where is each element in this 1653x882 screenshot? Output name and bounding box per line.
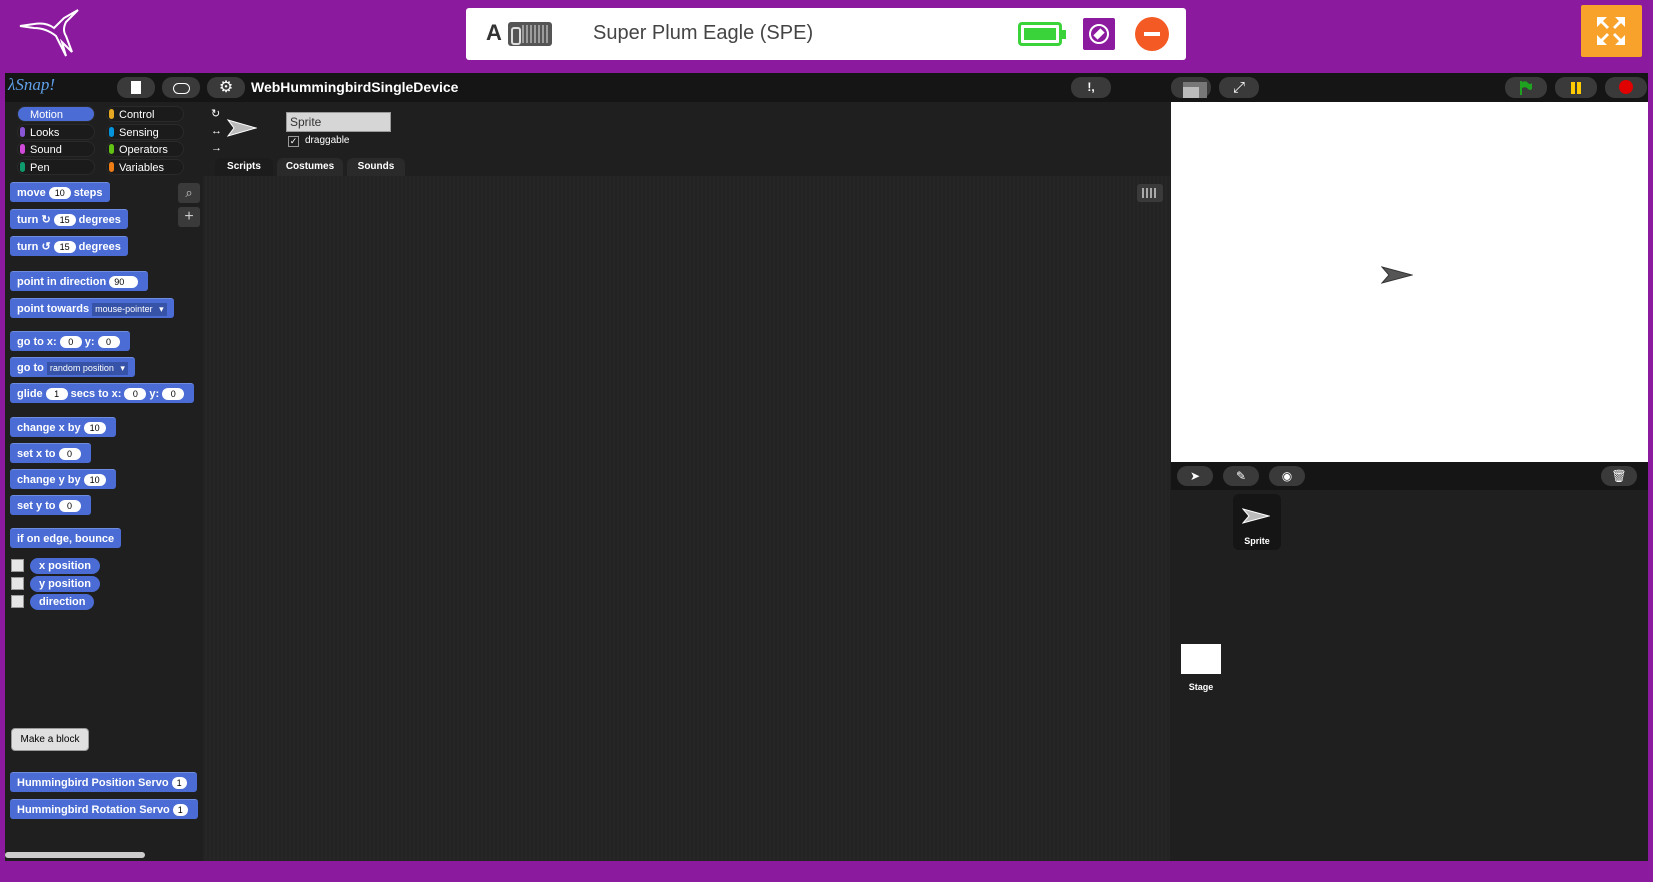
sprite-tile-label: Sprite bbox=[1244, 536, 1270, 546]
snap-logo[interactable]: λSnap! bbox=[8, 75, 55, 95]
cloud-menu-button[interactable] bbox=[162, 77, 200, 98]
y-position-checkbox[interactable] bbox=[11, 577, 24, 590]
draggable-checkbox[interactable]: ✓ bbox=[288, 136, 299, 147]
block-glide[interactable]: glide 1 secs to x: 0 y: 0 bbox=[10, 383, 195, 403]
rotation-style-icons[interactable]: ↻ ↔ → bbox=[211, 106, 222, 157]
block-if-on-edge-bounce[interactable]: if on edge, bounce bbox=[10, 528, 122, 548]
block-move[interactable]: move 10 steps bbox=[10, 182, 110, 202]
block-change-y[interactable]: change y by 10 bbox=[10, 469, 116, 489]
category-motion[interactable]: Motion bbox=[17, 106, 95, 122]
category-sensing[interactable]: Sensing bbox=[106, 124, 184, 140]
category-sound[interactable]: Sound bbox=[17, 141, 95, 157]
expand-arrows-icon bbox=[1597, 17, 1625, 45]
stage-tile-label: Stage bbox=[1188, 682, 1214, 692]
rotate-cw-icon: ↻ bbox=[41, 214, 51, 226]
disconnect-button[interactable] bbox=[1135, 17, 1169, 51]
hummingbird-board-icon bbox=[508, 22, 552, 46]
camera-icon[interactable]: ◉ bbox=[1269, 466, 1305, 486]
category-variables[interactable]: Variables bbox=[106, 159, 184, 175]
project-title: WebHummingbirdSingleDevice bbox=[251, 79, 459, 95]
stop-icon[interactable] bbox=[1605, 77, 1647, 98]
tab-scripts[interactable]: Scripts bbox=[215, 158, 273, 176]
block-go-to-xy[interactable]: go to x: 0 y: 0 bbox=[10, 331, 130, 351]
device-name: Super Plum Eagle (SPE) bbox=[593, 22, 814, 44]
reporter-x-position[interactable]: x position bbox=[30, 558, 100, 574]
compass-icon bbox=[1089, 24, 1109, 44]
stage-tile[interactable] bbox=[1181, 644, 1221, 674]
x-position-checkbox[interactable] bbox=[11, 559, 24, 572]
hummingbird-logo-icon bbox=[16, 6, 84, 62]
block-go-to[interactable]: go to random position bbox=[10, 357, 135, 377]
add-block-icon[interactable]: + bbox=[178, 207, 200, 227]
tab-costumes[interactable]: Costumes bbox=[277, 158, 343, 176]
settings-gear-icon[interactable]: ⚙ bbox=[207, 77, 245, 98]
reporter-direction[interactable]: direction bbox=[30, 594, 95, 610]
add-turtle-sprite-button[interactable]: ➤ bbox=[1177, 466, 1213, 486]
reporter-y-position[interactable]: y position bbox=[30, 576, 100, 592]
block-point-towards[interactable]: point towards mouse-pointer bbox=[10, 298, 174, 318]
direction-checkbox[interactable] bbox=[11, 595, 24, 608]
sprite-thumbnail-icon bbox=[227, 119, 257, 137]
sprite-tile[interactable]: Sprite bbox=[1233, 494, 1281, 550]
presentation-mode-button[interactable]: ⤢ bbox=[1219, 77, 1259, 98]
block-palette: ⌕ + move 10 steps turn ↻ 15 degrees turn ↺ 15… bbox=[5, 176, 203, 861]
sprite-name-field[interactable]: Sprite bbox=[286, 112, 391, 132]
pause-icon[interactable] bbox=[1555, 77, 1597, 98]
sprite-header: ↻ ↔ → Sprite ✓ draggable Scripts Costumes … bbox=[203, 102, 1170, 176]
corral-bar: ➤ ✎ ◉ 🗑 bbox=[1171, 462, 1648, 490]
battery-icon bbox=[1018, 22, 1066, 46]
tab-sounds[interactable]: Sounds bbox=[347, 158, 405, 176]
snap-toolbar: λSnap! ⚙ WebHummingbirdSingleDevice !, ⤢ bbox=[5, 73, 1648, 102]
block-change-x[interactable]: change x by 10 bbox=[10, 417, 116, 437]
block-hummingbird-position-servo[interactable]: Hummingbird Position Servo 1 bbox=[10, 772, 197, 792]
rotate-ccw-icon: ↺ bbox=[41, 241, 51, 253]
sprite-arrow-icon bbox=[1381, 266, 1413, 284]
category-looks[interactable]: Looks bbox=[17, 124, 95, 140]
category-selector: Motion Control Looks Sensing Sound Opera… bbox=[5, 102, 203, 176]
device-bar: A Super Plum Eagle (SPE) bbox=[466, 8, 1186, 60]
block-hummingbird-rotation-servo[interactable]: Hummingbird Rotation Servo 1 bbox=[10, 799, 198, 819]
trash-icon[interactable]: 🗑 bbox=[1601, 466, 1637, 486]
sprite-arrow-icon bbox=[1242, 508, 1270, 524]
category-pen[interactable]: Pen bbox=[17, 159, 95, 175]
sprite-corral: Sprite Stage bbox=[1171, 490, 1648, 861]
unused-blocks-button[interactable]: !, bbox=[1071, 77, 1111, 98]
green-flag-icon[interactable] bbox=[1505, 77, 1547, 98]
paint-brush-icon[interactable]: ✎ bbox=[1223, 466, 1259, 486]
calibrate-compass-button[interactable] bbox=[1083, 18, 1115, 50]
category-control[interactable]: Control bbox=[106, 106, 184, 122]
keyboard-icon[interactable] bbox=[1137, 184, 1163, 202]
draggable-label: draggable bbox=[305, 135, 350, 146]
block-point-in-direction[interactable]: point in direction 90 bbox=[10, 271, 149, 291]
search-icon[interactable]: ⌕ bbox=[178, 183, 200, 203]
block-set-x[interactable]: set x to 0 bbox=[10, 443, 91, 463]
scripts-area[interactable] bbox=[203, 176, 1170, 861]
file-menu-button[interactable] bbox=[117, 77, 155, 98]
stage-size-button[interactable] bbox=[1171, 77, 1211, 98]
fullscreen-button[interactable] bbox=[1581, 5, 1642, 57]
make-a-block-button[interactable]: Make a block bbox=[11, 728, 89, 751]
palette-scrollbar[interactable] bbox=[5, 852, 145, 858]
block-set-y[interactable]: set y to 0 bbox=[10, 495, 91, 515]
snap-editor: λSnap! ⚙ WebHummingbirdSingleDevice !, ⤢… bbox=[5, 73, 1648, 861]
category-operators[interactable]: Operators bbox=[106, 141, 184, 157]
block-turn-right[interactable]: turn ↻ 15 degrees bbox=[10, 209, 128, 229]
stage[interactable] bbox=[1171, 102, 1648, 462]
block-turn-left[interactable]: turn ↺ 15 degrees bbox=[10, 236, 128, 256]
device-letter: A bbox=[486, 20, 502, 45]
